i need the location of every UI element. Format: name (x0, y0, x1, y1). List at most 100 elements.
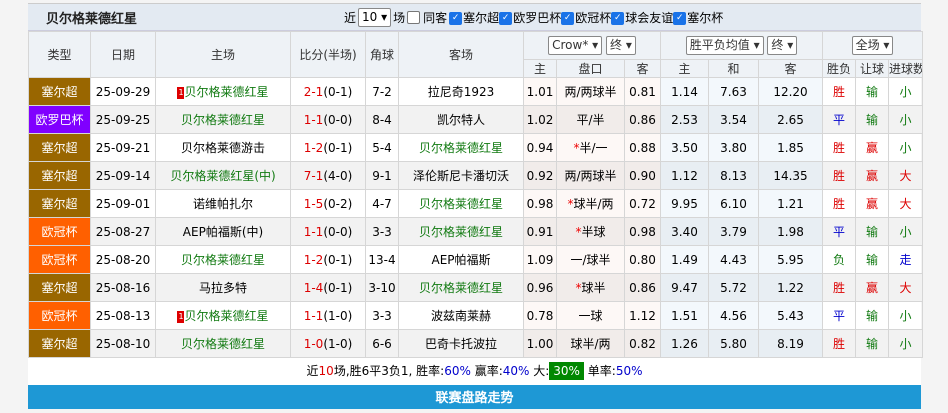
score[interactable]: 7-1(4-0) (290, 161, 366, 190)
score[interactable]: 1-1(1-0) (290, 301, 366, 330)
odds-type-select[interactable]: 胜平负均值 ▾ (685, 36, 764, 55)
same-home-label: 同客 (423, 10, 448, 25)
home-team[interactable]: 贝尔格莱德红星 (155, 245, 291, 274)
score[interactable]: 1-2(0-1) (290, 245, 366, 274)
match-type[interactable]: 塞尔超 (28, 161, 91, 190)
away-team[interactable]: 巴奇卡托波拉 (398, 329, 524, 358)
odds-draw: 6.10 (708, 189, 760, 218)
score[interactable]: 1-1(0-0) (290, 217, 366, 246)
result: 胜 (822, 189, 857, 218)
company-select[interactable]: Crow* ▾ (548, 36, 603, 55)
odds-time-select[interactable]: 终 ▾ (767, 36, 798, 55)
odds-home: 1.51 (660, 301, 710, 330)
score[interactable]: 2-1(0-1) (290, 77, 366, 106)
score[interactable]: 1-4(0-1) (290, 273, 366, 302)
match-date: 25-09-01 (90, 189, 156, 218)
same-home-checkbox[interactable] (407, 10, 421, 24)
handicap-result: 赢 (855, 161, 890, 190)
col-score: 比分(半场) (290, 31, 366, 78)
match-date: 25-09-25 (90, 105, 156, 134)
range-select[interactable]: 全场 ▾ (851, 36, 894, 55)
odds-away: 2.65 (758, 105, 824, 134)
score[interactable]: 1-5(0-2) (290, 189, 366, 218)
competition-checkbox[interactable]: ✓ (673, 11, 687, 25)
away-team[interactable]: AEP帕福斯 (398, 245, 524, 274)
score[interactable]: 1-1(0-0) (290, 105, 366, 134)
handicap-away: 0.86 (623, 105, 662, 134)
home-team[interactable]: 贝尔格莱德游击 (155, 133, 291, 162)
handicap-home: 1.00 (523, 329, 557, 358)
col-corner: 角球 (365, 31, 399, 78)
home-team[interactable]: 贝尔格莱德红星(中) (155, 161, 291, 190)
competition-checkbox[interactable]: ✓ (561, 11, 575, 25)
table-row: 塞尔超 25-09-21 贝尔格莱德游击 1-2(0-1) 5-4 贝尔格莱德红… (28, 133, 924, 162)
home-team[interactable]: 贝尔格莱德红星 (155, 105, 291, 134)
odds-away: 12.20 (758, 77, 824, 106)
match-date: 25-09-21 (90, 133, 156, 162)
handicap-result: 输 (855, 245, 890, 274)
away-team[interactable]: 贝尔格莱德红星 (398, 189, 524, 218)
score[interactable]: 1-0(1-0) (290, 329, 366, 358)
match-type[interactable]: 塞尔超 (28, 133, 91, 162)
home-team[interactable]: 诺维帕扎尔 (155, 189, 291, 218)
result: 胜 (822, 329, 857, 358)
match-type[interactable]: 塞尔超 (28, 329, 91, 358)
handicap-line: 平/半 (556, 105, 625, 134)
handicap-home: 0.94 (523, 133, 557, 162)
summary: 近10场,胜6平3负1, 胜率:60% 赢率:40% 大: 30% 单率:50% (306, 362, 643, 380)
subcol: 进球数 (888, 59, 924, 78)
result: 平 (822, 217, 857, 246)
away-team[interactable]: 泽伦斯尼卡潘切沃 (398, 161, 524, 190)
handicap-home: 1.01 (523, 77, 557, 106)
home-team[interactable]: 1贝尔格莱德红星 (155, 77, 291, 106)
subcol: 客 (758, 59, 824, 78)
recent-label: 近 (344, 10, 357, 25)
odds-home: 3.50 (660, 133, 710, 162)
table-row: 塞尔超 25-09-14 贝尔格莱德红星(中) 7-1(4-0) 9-1 泽伦斯… (28, 161, 924, 190)
competition-checkbox[interactable]: ✓ (449, 11, 463, 25)
corners: 3-3 (365, 217, 399, 246)
home-team[interactable]: 马拉多特 (155, 273, 291, 302)
competition-checkbox[interactable]: ✓ (611, 11, 625, 25)
match-type[interactable]: 欧罗巴杯 (28, 105, 91, 134)
handicap-result: 赢 (855, 273, 890, 302)
recent-count-select[interactable]: 10 ▾ (358, 7, 392, 27)
match-type[interactable]: 塞尔超 (28, 77, 91, 106)
away-team[interactable]: 波兹南莱赫 (398, 301, 524, 330)
odds-draw: 4.43 (708, 245, 760, 274)
handicap-time-select[interactable]: 终 ▾ (606, 36, 636, 55)
match-date: 25-08-10 (90, 329, 156, 358)
match-type[interactable]: 欧冠杯 (28, 217, 91, 246)
handicap-home: 0.92 (523, 161, 557, 190)
table-row: 欧冠杯 25-08-27 AEP帕福斯(中) 1-1(0-0) 3-3 贝尔格莱… (28, 217, 924, 246)
corners: 3-3 (365, 301, 399, 330)
away-team[interactable]: 贝尔格莱德红星 (398, 273, 524, 302)
score[interactable]: 1-2(0-1) (290, 133, 366, 162)
home-team[interactable]: AEP帕福斯(中) (155, 217, 291, 246)
away-team[interactable]: 贝尔格莱德红星 (398, 217, 524, 246)
home-team[interactable]: 贝尔格莱德红星 (155, 329, 291, 358)
league-trend-bar[interactable]: 联赛盘路走势 (28, 385, 921, 409)
match-type[interactable]: 塞尔超 (28, 189, 91, 218)
subcol: 客 (623, 59, 662, 78)
table-row: 塞尔超 25-09-29 1贝尔格莱德红星 2-1(0-1) 7-2 拉尼奇19… (28, 77, 924, 106)
home-team[interactable]: 1贝尔格莱德红星 (155, 301, 291, 330)
odds-draw: 5.72 (708, 273, 760, 302)
handicap-line: *球半/两 (556, 189, 625, 218)
away-team[interactable]: 凯尔特人 (398, 105, 524, 134)
table-row: 塞尔超 25-08-16 马拉多特 1-4(0-1) 3-10 贝尔格莱德红星 … (28, 273, 924, 302)
handicap-line: *半球 (556, 217, 625, 246)
match-type[interactable]: 欧冠杯 (28, 245, 91, 274)
corners: 13-4 (365, 245, 399, 274)
match-type[interactable]: 欧冠杯 (28, 301, 91, 330)
odds-home: 1.49 (660, 245, 710, 274)
handicap-away: 0.80 (623, 245, 662, 274)
competition-checkbox[interactable]: ✓ (499, 11, 513, 25)
match-type[interactable]: 塞尔超 (28, 273, 91, 302)
handicap-home: 0.91 (523, 217, 557, 246)
odds-away: 5.95 (758, 245, 824, 274)
away-team[interactable]: 贝尔格莱德红星 (398, 133, 524, 162)
handicap-home: 0.96 (523, 273, 557, 302)
away-team[interactable]: 拉尼奇1923 (398, 77, 524, 106)
competition-label: 欧冠杯 (575, 10, 612, 25)
